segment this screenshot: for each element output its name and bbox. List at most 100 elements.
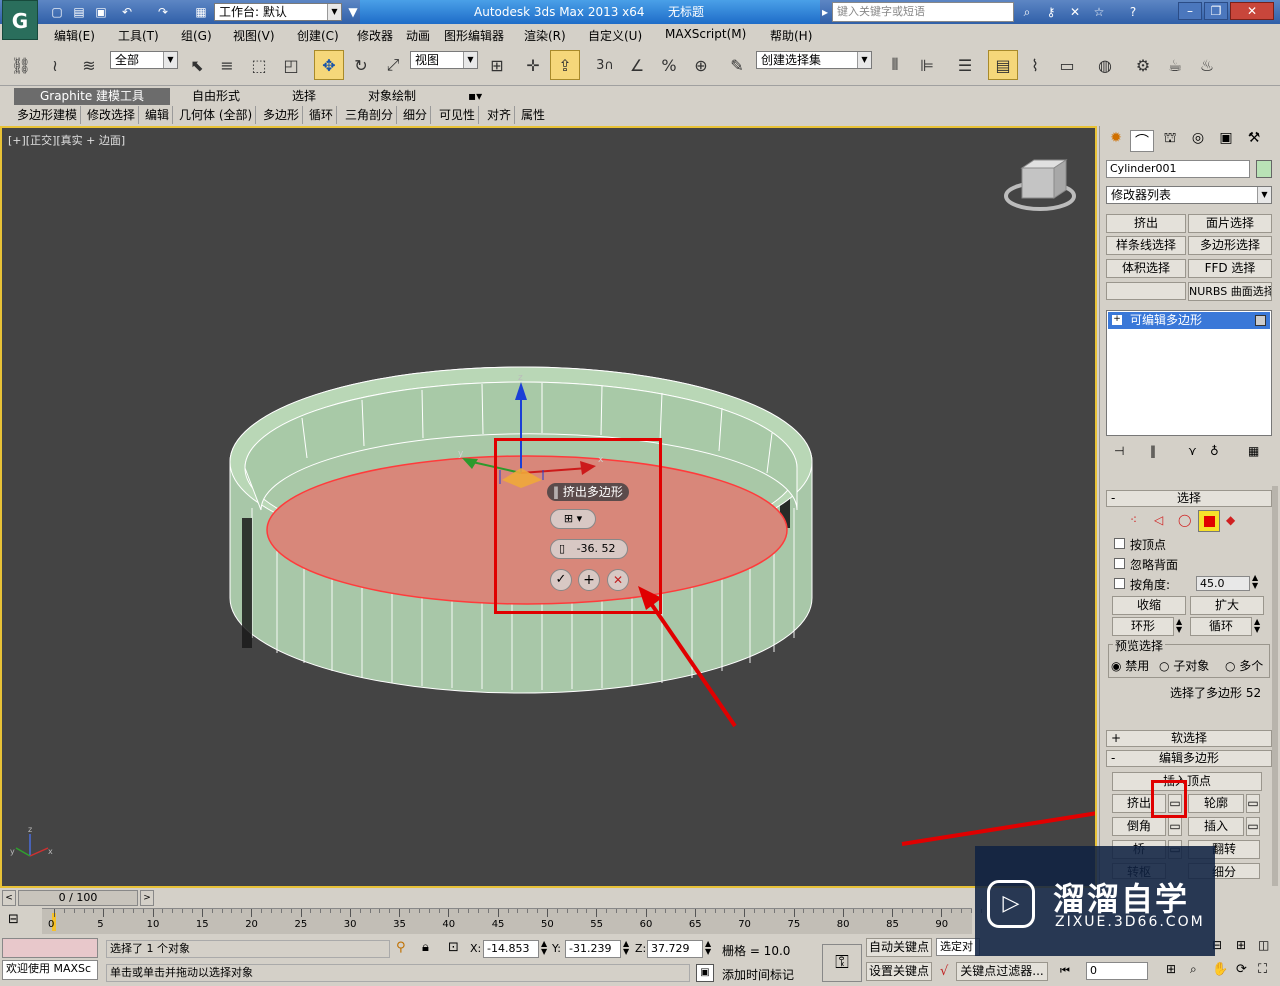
- ribbon-options-icon[interactable]: ▪▾: [462, 88, 488, 105]
- modify-tab-icon[interactable]: ⌒: [1130, 130, 1154, 152]
- snaps-toggle-icon[interactable]: 3 ∩: [590, 50, 620, 80]
- angle-snap-icon[interactable]: ∠: [622, 50, 652, 80]
- shrink-button[interactable]: 收缩: [1112, 596, 1186, 615]
- poly-select-button[interactable]: 多边形选择: [1188, 236, 1272, 255]
- select-object-icon[interactable]: ⬉: [182, 50, 212, 80]
- minimize-icon[interactable]: –: [1178, 2, 1202, 20]
- caddy-cancel-icon[interactable]: ✕: [607, 569, 629, 591]
- binoculars-icon[interactable]: ⌕: [1018, 3, 1036, 21]
- unlink-icon[interactable]: ≀: [40, 50, 70, 80]
- bind-spacewarp-icon[interactable]: ≋: [74, 50, 104, 80]
- outline-button[interactable]: 轮廓: [1188, 794, 1244, 813]
- by-vertex-checkbox[interactable]: [1114, 538, 1125, 549]
- hierarchy-tab-icon[interactable]: ⛫: [1158, 130, 1182, 152]
- ring-button[interactable]: 环形: [1112, 617, 1174, 636]
- add-time-tag[interactable]: 添加时间标记: [722, 966, 794, 983]
- material-editor-icon[interactable]: ◍: [1090, 50, 1120, 80]
- rect-selection-icon[interactable]: ⬚: [244, 50, 274, 80]
- spinner-snap-icon[interactable]: ⊕: [686, 50, 716, 80]
- grow-button[interactable]: 扩大: [1190, 596, 1264, 615]
- object-color-swatch[interactable]: [1256, 160, 1272, 178]
- render-teapot-icon[interactable]: ♨: [1192, 50, 1222, 80]
- z-coordinate-field[interactable]: 37.729: [647, 940, 703, 958]
- ribbon-align[interactable]: 对齐: [484, 106, 516, 124]
- caddy-ok-icon[interactable]: ✓: [550, 569, 572, 591]
- polygon-level-icon[interactable]: [1198, 510, 1220, 532]
- schematic-view-icon[interactable]: ▭: [1052, 50, 1082, 80]
- stack-toggle-icon[interactable]: [1255, 315, 1266, 326]
- menu-create[interactable]: 创建(C): [297, 27, 339, 44]
- tab-selection[interactable]: 选择: [286, 88, 322, 105]
- chevron-right-icon[interactable]: ▸: [820, 3, 830, 21]
- border-level-icon[interactable]: ◯: [1178, 513, 1191, 527]
- menu-views[interactable]: 视图(V): [233, 27, 275, 44]
- menu-help[interactable]: 帮助(H): [770, 27, 812, 44]
- utilities-tab-icon[interactable]: ⚒: [1242, 130, 1266, 152]
- app-logo-icon[interactable]: G: [2, 0, 38, 40]
- ribbon-subdivision[interactable]: 细分: [400, 106, 432, 124]
- ribbon-modify-selection[interactable]: 修改选择: [84, 106, 140, 124]
- maxscript-listener-mini[interactable]: [2, 938, 98, 958]
- caddy-apply-icon[interactable]: +: [578, 569, 600, 591]
- mirror-icon[interactable]: ⫴: [880, 50, 910, 80]
- current-frame-field[interactable]: 0: [1086, 962, 1148, 980]
- extrude-modifier-button[interactable]: 挤出: [1106, 214, 1186, 233]
- edit-named-selection-icon[interactable]: ✎: [722, 50, 752, 80]
- auto-key-button[interactable]: 自动关键点: [866, 938, 932, 957]
- create-tab-icon[interactable]: ✹: [1104, 130, 1128, 152]
- menu-edit[interactable]: 编辑(E): [54, 27, 95, 44]
- lock-selection-icon[interactable]: 🔒︎: [422, 940, 429, 955]
- inset-button[interactable]: 插入: [1188, 817, 1244, 836]
- preview-subobject-radio[interactable]: ○ 子对象: [1159, 657, 1209, 674]
- time-tag-icon[interactable]: ▣: [696, 964, 714, 982]
- restore-icon[interactable]: ❐: [1204, 2, 1228, 20]
- angle-spinner-arrows[interactable]: ▲ ▼: [1252, 574, 1258, 590]
- pin-stack-icon[interactable]: ⊣: [1114, 444, 1124, 458]
- menu-graph-editors[interactable]: 图形编辑器: [444, 27, 504, 44]
- time-slider[interactable]: 0 / 100: [18, 890, 138, 906]
- x-spinner-arrows[interactable]: ▲ ▼: [541, 940, 547, 956]
- named-selection-select[interactable]: 创建选择集 ▼: [756, 51, 872, 69]
- open-file-icon[interactable]: ▤: [70, 3, 88, 21]
- menu-maxscript[interactable]: MAXScript(M): [665, 27, 746, 41]
- percent-snap-icon[interactable]: %: [654, 50, 684, 80]
- scale-icon[interactable]: ⤢: [378, 50, 408, 80]
- loop-button[interactable]: 循环: [1190, 617, 1252, 636]
- remove-modifier-icon[interactable]: ♁: [1210, 444, 1219, 458]
- ignore-backfacing-checkbox[interactable]: [1114, 558, 1125, 569]
- patch-select-button[interactable]: 面片选择: [1188, 214, 1272, 233]
- ribbon-polygons[interactable]: 多边形: [260, 106, 304, 124]
- selection-filter-select[interactable]: 全部 ▼: [110, 51, 178, 69]
- preview-disabled-radio[interactable]: ◉ 禁用: [1111, 657, 1149, 674]
- tab-graphite-modeling[interactable]: Graphite 建模工具: [14, 88, 170, 105]
- menu-customize[interactable]: 自定义(U): [588, 27, 642, 44]
- edge-level-icon[interactable]: ◁: [1154, 513, 1163, 527]
- isolate-icon[interactable]: ⚲: [396, 940, 406, 955]
- menu-group[interactable]: 组(G): [181, 27, 212, 44]
- ribbon-edit[interactable]: 编辑: [142, 106, 174, 124]
- rotate-icon[interactable]: ↻: [346, 50, 376, 80]
- maximize-viewport-icon[interactable]: ⛶: [1258, 962, 1267, 977]
- ribbon-visibility[interactable]: 可见性: [436, 106, 480, 124]
- caddy-type-dropdown[interactable]: ⊞ ▾: [550, 509, 596, 529]
- y-spinner-arrows[interactable]: ▲ ▼: [623, 940, 629, 956]
- key-filters-icon[interactable]: √: [940, 964, 948, 979]
- window-crossing-icon[interactable]: ◰: [276, 50, 306, 80]
- help-icon[interactable]: ?: [1124, 3, 1142, 21]
- nurbs-select-button[interactable]: NURBS 曲面选择: [1188, 282, 1272, 301]
- ribbon-tris[interactable]: 三角剖分: [342, 106, 398, 124]
- menu-modifiers[interactable]: 修改器: [357, 27, 393, 44]
- pan-hand-icon[interactable]: ✋: [1212, 962, 1228, 977]
- welcome-field[interactable]: 欢迎使用 MAXSc: [2, 960, 98, 980]
- select-manipulate-icon[interactable]: ✛: [518, 50, 548, 80]
- absolute-mode-icon[interactable]: ⊡: [448, 940, 459, 955]
- selected-object-select[interactable]: 选定对: [936, 938, 980, 956]
- ring-spinner-arrows[interactable]: ▲ ▼: [1176, 618, 1182, 634]
- align-icon[interactable]: ⊫: [912, 50, 942, 80]
- expand-icon[interactable]: +: [1112, 315, 1122, 325]
- key-filters-button[interactable]: 关键点过滤器...: [956, 962, 1048, 981]
- link-icon[interactable]: ⛓: [6, 50, 36, 80]
- orbit-icon[interactable]: ⟳: [1236, 962, 1247, 977]
- configure-modifiers-icon[interactable]: ▦: [1248, 444, 1259, 458]
- time-slider-next[interactable]: >: [140, 890, 154, 906]
